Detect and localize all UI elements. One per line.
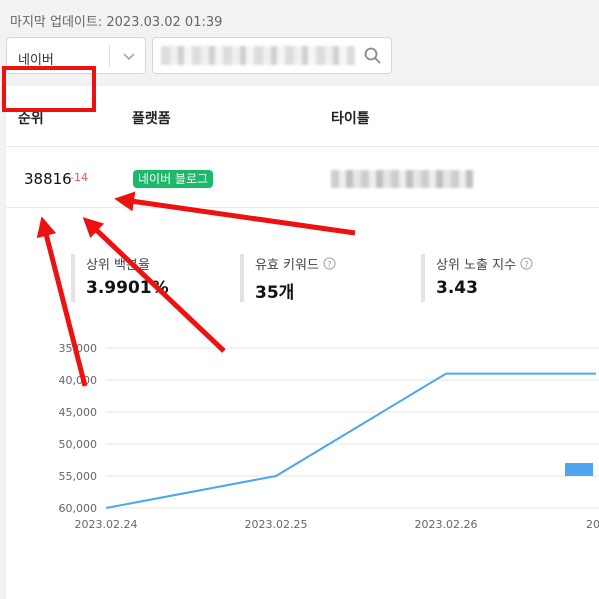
x-tick-label: 2023.02.26	[415, 518, 478, 531]
x-tick-label: 2023.02.24	[75, 518, 138, 531]
y-tick-label: 35,000	[59, 342, 98, 355]
y-tick-label: 40,000	[59, 374, 98, 387]
y-tick-label: 55,000	[59, 470, 98, 483]
x-tick-label: 20	[586, 518, 599, 531]
x-tick-label: 2023.02.25	[245, 518, 308, 531]
y-tick-label: 45,000	[59, 406, 98, 419]
y-tick-label: 60,000	[59, 502, 98, 515]
series-line	[105, 372, 596, 509]
legend-swatch[interactable]	[565, 463, 593, 476]
rank-highlight-box	[2, 66, 96, 112]
y-tick-label: 50,000	[59, 438, 98, 451]
